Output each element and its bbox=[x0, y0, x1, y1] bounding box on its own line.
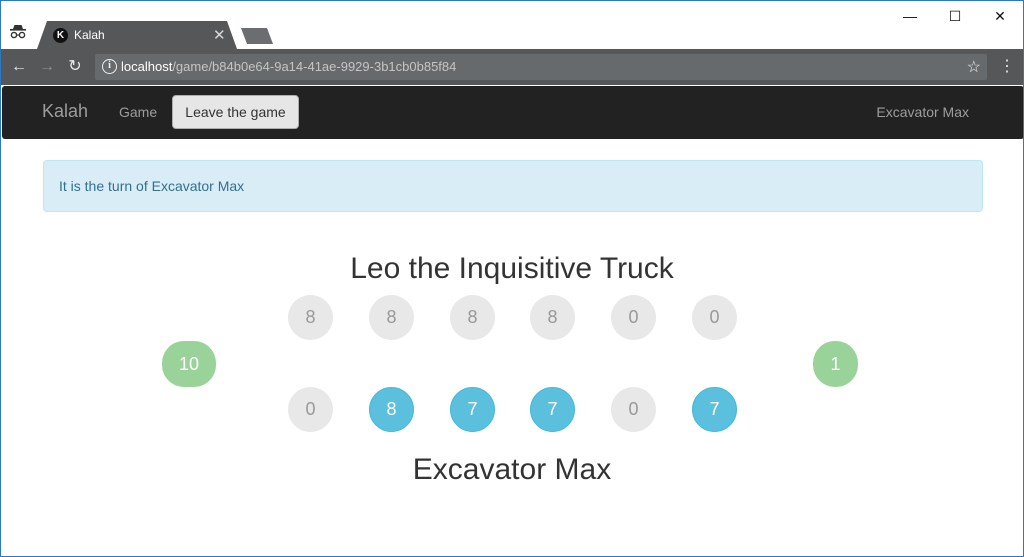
bottom-player-store: 1 bbox=[813, 341, 858, 387]
browser-toolbar: ← → ↻ i localhost/game/b84b0e64-9a14-41a… bbox=[1, 49, 1023, 85]
close-tab-icon[interactable]: ✕ bbox=[213, 26, 226, 44]
top-pit-4: 8 bbox=[530, 295, 575, 340]
back-arrow-icon[interactable]: ← bbox=[8, 56, 30, 78]
reload-icon[interactable]: ↻ bbox=[64, 56, 86, 78]
url-path: /game/b84b0e64-9a14-41ae-9929-3b1cb0b85f… bbox=[172, 59, 457, 74]
bottom-pit-4-button[interactable]: 7 bbox=[530, 387, 575, 432]
bottom-pit-2-button[interactable]: 8 bbox=[369, 387, 414, 432]
current-user-name: Excavator Max bbox=[876, 104, 969, 120]
minimize-icon[interactable]: — bbox=[887, 5, 933, 27]
browser-tab-kalah[interactable]: K Kalah ✕ bbox=[37, 21, 237, 49]
url-host: localhost bbox=[121, 59, 173, 74]
top-pit-2: 8 bbox=[369, 295, 414, 340]
top-pit-3: 8 bbox=[450, 295, 495, 340]
tab-title: Kalah bbox=[74, 28, 105, 42]
title-bar: K Kalah ✕ — ☐ ✕ bbox=[1, 1, 1023, 49]
nav-link-game[interactable]: Game bbox=[119, 104, 157, 120]
address-bar[interactable]: i localhost/game/b84b0e64-9a14-41ae-9929… bbox=[95, 54, 987, 80]
top-player-name: Leo the Inquisitive Truck bbox=[350, 252, 674, 285]
top-player-store: 10 bbox=[162, 341, 216, 387]
top-pit-5: 0 bbox=[611, 295, 656, 340]
bottom-pit-1: 0 bbox=[288, 387, 333, 432]
top-pit-6: 0 bbox=[692, 295, 737, 340]
top-pit-1: 8 bbox=[288, 295, 333, 340]
leave-game-button[interactable]: Leave the game bbox=[172, 95, 299, 129]
bottom-player-name: Excavator Max bbox=[412, 453, 612, 486]
browser-window: K Kalah ✕ — ☐ ✕ ← → ↻ i localhost/game/b… bbox=[0, 0, 1024, 557]
bottom-pit-5: 0 bbox=[611, 387, 656, 432]
turn-alert: It is the turn of Excavator Max bbox=[43, 160, 983, 212]
browser-menu-icon[interactable]: ⋮ bbox=[999, 56, 1015, 78]
url-text[interactable]: localhost/game/b84b0e64-9a14-41ae-9929-3… bbox=[121, 59, 456, 74]
bottom-pit-6-button[interactable]: 7 bbox=[692, 387, 737, 432]
incognito-icon bbox=[10, 25, 26, 39]
navbar-brand[interactable]: Kalah bbox=[42, 101, 88, 122]
bottom-pit-3-button[interactable]: 7 bbox=[450, 387, 495, 432]
close-window-icon[interactable]: ✕ bbox=[977, 5, 1023, 27]
forward-arrow-icon[interactable]: → bbox=[36, 56, 58, 78]
app-navbar: Kalah Game Leave the game Excavator Max bbox=[2, 86, 1023, 139]
turn-alert-message: It is the turn of Excavator Max bbox=[59, 178, 245, 194]
new-tab-button[interactable] bbox=[241, 28, 273, 44]
site-info-icon[interactable]: i bbox=[102, 59, 117, 74]
bookmark-star-icon[interactable]: ☆ bbox=[967, 57, 981, 77]
maximize-icon[interactable]: ☐ bbox=[932, 5, 978, 27]
kalah-favicon-icon: K bbox=[53, 28, 68, 43]
